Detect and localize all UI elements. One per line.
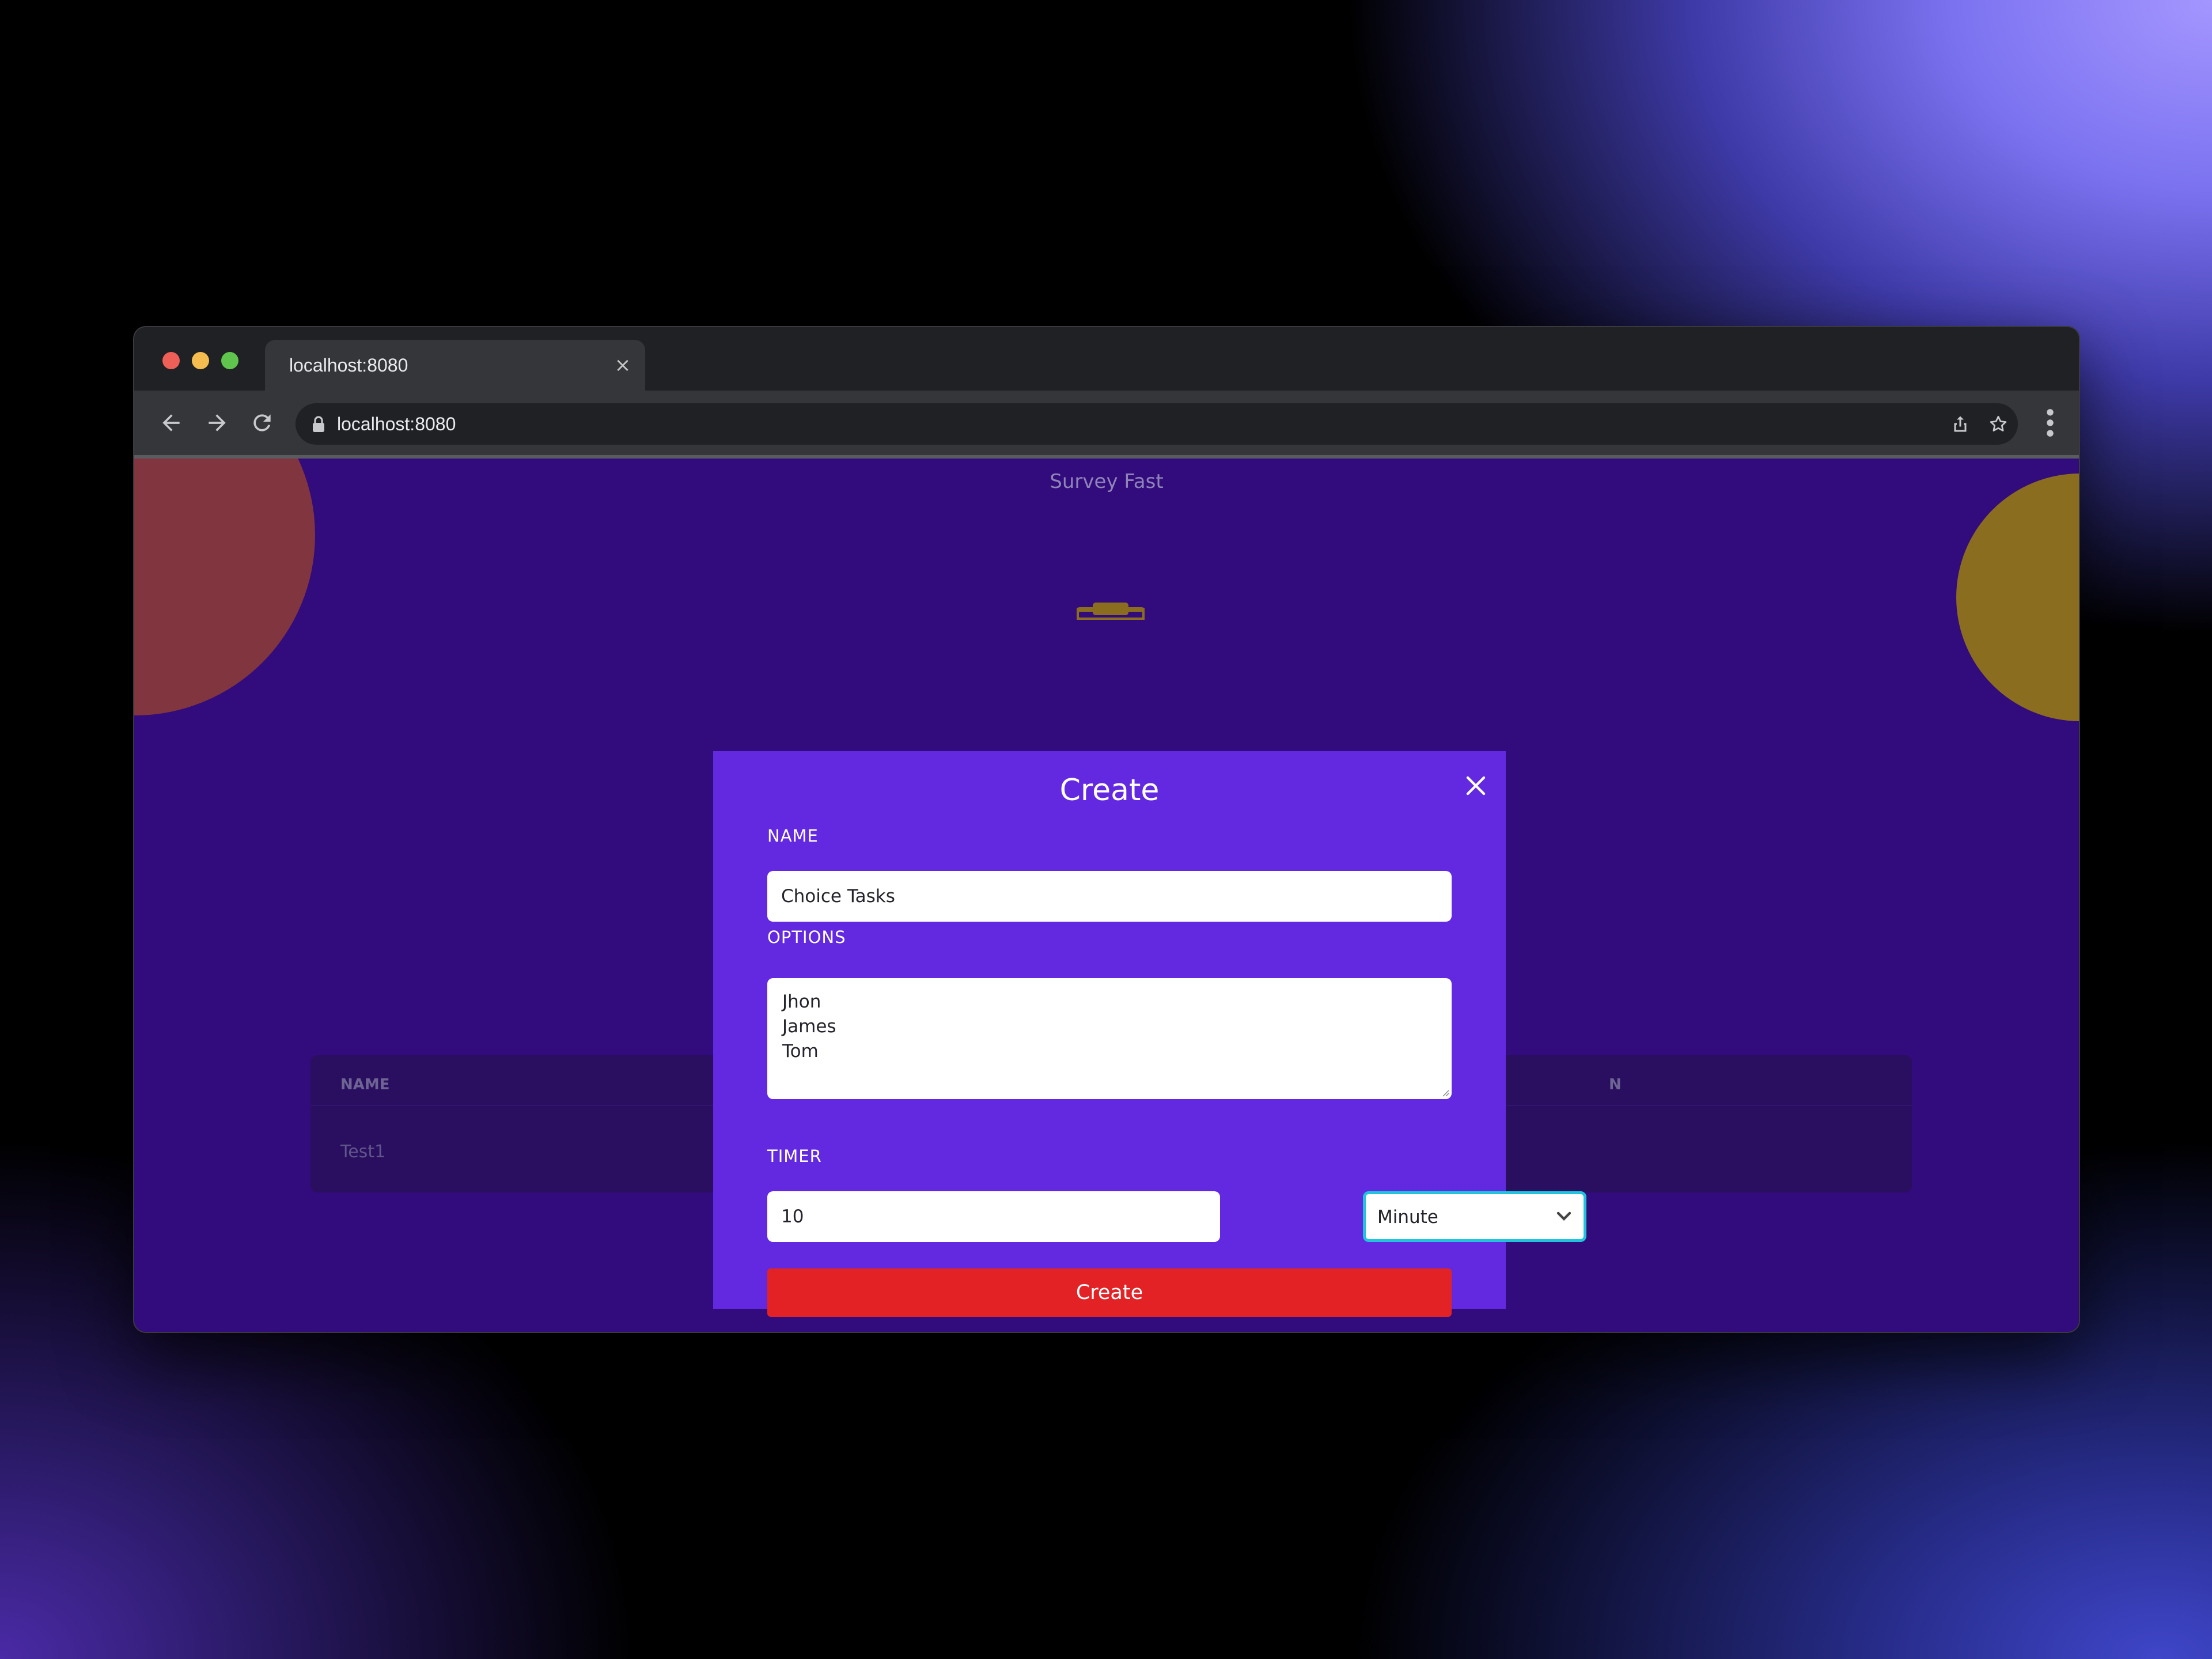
timer-input[interactable] xyxy=(767,1191,1220,1242)
share-icon[interactable] xyxy=(1950,414,1971,434)
clipboard-icon xyxy=(1077,603,1145,620)
menu-dots-icon[interactable] xyxy=(2044,408,2056,438)
timer-label: TIMER xyxy=(767,1146,822,1166)
name-input[interactable] xyxy=(767,871,1452,922)
decorative-circle-gold xyxy=(1956,474,2079,721)
page-content: Survey Fast NAME N Test1 Create NAME OPT… xyxy=(134,459,2079,1332)
table-row[interactable]: Test1 xyxy=(340,1142,385,1162)
column-header-name: NAME xyxy=(340,1076,390,1093)
reload-icon[interactable] xyxy=(249,410,275,435)
resize-grip-icon[interactable] xyxy=(1440,1088,1449,1097)
url-text: localhost:8080 xyxy=(337,414,456,434)
forward-arrow-icon[interactable] xyxy=(204,410,230,435)
browser-titlebar: localhost:8080 × xyxy=(134,327,2079,391)
browser-tab[interactable]: localhost:8080 × xyxy=(265,340,645,391)
lock-icon xyxy=(313,416,324,432)
star-icon[interactable] xyxy=(1988,414,2009,434)
chevron-down-icon xyxy=(1556,1211,1571,1221)
window-close-button[interactable] xyxy=(162,352,180,369)
create-modal: Create NAME OPTIONS Jhon James Tom TIMER… xyxy=(713,751,1586,1317)
window-minimize-button[interactable] xyxy=(192,352,209,369)
options-textarea[interactable]: Jhon James Tom xyxy=(767,978,1452,1099)
decorative-circle-red xyxy=(134,459,315,715)
address-bar[interactable]: localhost:8080 xyxy=(296,403,2018,445)
options-label: OPTIONS xyxy=(767,927,846,947)
browser-window: localhost:8080 × localhost:8080 Survey F… xyxy=(133,326,2080,1333)
back-arrow-icon[interactable] xyxy=(158,410,184,435)
timer-unit-value: Minute xyxy=(1377,1207,1438,1228)
timer-unit-select[interactable]: Minute xyxy=(1363,1191,1586,1242)
modal-title: Create xyxy=(1059,773,1160,808)
site-title: Survey Fast xyxy=(1050,470,1164,493)
close-icon[interactable] xyxy=(1464,774,1487,797)
create-button[interactable]: Create xyxy=(767,1268,1452,1317)
column-header-partial: N xyxy=(1609,1076,1622,1093)
window-zoom-button[interactable] xyxy=(221,352,238,369)
name-label: NAME xyxy=(767,826,819,846)
browser-toolbar: localhost:8080 xyxy=(134,391,2079,459)
tab-close-icon[interactable]: × xyxy=(613,355,632,375)
tab-title: localhost:8080 xyxy=(289,355,408,376)
desktop-background: { "browser": { "tab_title": "localhost:8… xyxy=(0,0,2212,1659)
